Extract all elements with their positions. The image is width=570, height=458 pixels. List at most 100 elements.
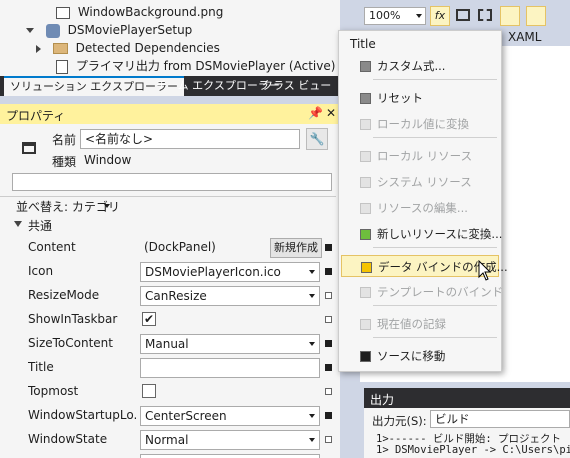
snapline-icon[interactable] xyxy=(500,6,520,26)
property-marker[interactable] xyxy=(325,364,332,371)
solution-explorer-tree: WindowBackground.png DSMoviePlayerSetup … xyxy=(0,0,340,76)
property-marker[interactable] xyxy=(325,292,332,299)
property-marker[interactable] xyxy=(325,388,332,395)
toggle-artboard-icon[interactable] xyxy=(526,6,546,26)
window-type-icon xyxy=(22,142,36,154)
windowstate-combo[interactable]: Normal xyxy=(140,430,320,450)
title-input[interactable] xyxy=(140,358,320,378)
menu-item-label: カスタム式... xyxy=(377,59,446,73)
topmost-checkbox[interactable] xyxy=(142,384,156,398)
property-row-topmost: Topmost xyxy=(0,380,336,404)
menu-item[interactable]: データ バインドの作成... xyxy=(341,255,508,277)
tab-xaml[interactable]: XAML xyxy=(498,30,570,46)
menu-item[interactable]: カスタム式... xyxy=(341,55,499,77)
property-search-input[interactable] xyxy=(12,173,332,191)
content-value: (DockPanel) xyxy=(144,240,216,254)
menu-item-swatch-icon xyxy=(360,203,371,214)
close-icon[interactable]: ✕ xyxy=(326,106,336,120)
windowstartuplocation-combo[interactable]: CenterScreen xyxy=(140,406,320,426)
properties-title: プロパティ xyxy=(6,109,66,123)
panel-gap xyxy=(0,96,340,104)
output-file-icon xyxy=(56,59,68,74)
menu-item-label: リセット xyxy=(377,91,423,105)
tree-item-window-background[interactable]: WindowBackground.png xyxy=(56,3,223,21)
showintaskbar-checkbox[interactable]: ✔ xyxy=(142,312,156,326)
output-source-combo[interactable]: ビルド xyxy=(430,410,570,428)
menu-item: リソースの編集... xyxy=(341,197,499,219)
menu-item-swatch-icon xyxy=(360,151,371,162)
menu-item-swatch-icon xyxy=(360,351,371,362)
collapse-arrow-icon[interactable] xyxy=(36,44,41,53)
menu-item-label: 現在値の記録 xyxy=(377,317,446,331)
tree-item-detected-dependencies[interactable]: Detected Dependencies xyxy=(36,39,220,57)
menu-item-label: ソースに移動 xyxy=(377,349,446,363)
image-file-icon xyxy=(56,6,70,19)
property-marker[interactable] xyxy=(325,412,332,419)
property-marker[interactable] xyxy=(325,436,332,443)
output-title: 出力 xyxy=(370,393,395,407)
output-source-label: 出力元(S): xyxy=(372,414,427,428)
chevron-down-icon[interactable] xyxy=(309,438,315,442)
property-marker[interactable] xyxy=(325,340,332,347)
menu-separator xyxy=(373,305,497,306)
tree-item-setup-project[interactable]: DSMoviePlayerSetup xyxy=(26,21,192,39)
new-content-button[interactable]: 新規作成 xyxy=(270,238,322,258)
menu-item-swatch-icon xyxy=(360,119,371,130)
zoom-combo[interactable]: 100% xyxy=(364,7,426,25)
menu-item-label: システム リソース xyxy=(377,175,472,189)
divider xyxy=(0,196,336,197)
menu-title: Title xyxy=(350,37,376,51)
menu-item[interactable]: 新しいリソースに変換... xyxy=(341,223,502,245)
resizemode-combo[interactable]: CanResize xyxy=(140,286,320,306)
menu-item: システム リソース xyxy=(341,171,499,193)
menu-item-label: ローカル リソース xyxy=(377,149,473,163)
type-value: Window xyxy=(84,153,132,167)
sort-chevron-down-icon[interactable] xyxy=(104,204,110,208)
name-label: 名前 xyxy=(52,133,77,147)
name-input[interactable]: <名前なし> xyxy=(80,129,300,149)
output-line: 1> DSMoviePlayer -> C:\Users\pi xyxy=(376,444,570,456)
snap-grid-icon[interactable] xyxy=(478,9,492,21)
pin-icon[interactable]: 📌 xyxy=(308,106,323,120)
property-row-windowstartuplocation: WindowStartupLo... CenterScreen xyxy=(0,404,336,428)
icon-combo[interactable]: DSMoviePlayerIcon.ico xyxy=(140,262,320,282)
events-wrench-icon[interactable]: 🔧 xyxy=(306,128,328,150)
mouse-cursor-icon xyxy=(478,260,492,281)
menu-item[interactable]: リセット xyxy=(341,87,499,109)
chevron-down-icon[interactable] xyxy=(309,294,315,298)
folder-icon xyxy=(52,43,68,54)
property-row-sizetocontent: SizeToContent Manual xyxy=(0,332,336,356)
expand-arrow-icon[interactable] xyxy=(26,28,34,33)
menu-item-swatch-icon xyxy=(360,319,371,330)
property-marker[interactable] xyxy=(325,244,332,251)
menu-item: 現在値の記録 xyxy=(341,313,499,335)
property-marker[interactable] xyxy=(325,316,332,323)
menu-separator xyxy=(373,79,497,80)
chevron-down-icon[interactable] xyxy=(309,270,315,274)
chevron-down-icon[interactable] xyxy=(416,14,422,18)
fx-button[interactable]: fx xyxy=(430,6,450,26)
partial-row xyxy=(140,454,320,458)
chevron-down-icon[interactable] xyxy=(309,342,315,346)
sizetocontent-combo[interactable]: Manual xyxy=(140,334,320,354)
menu-item[interactable]: ソースに移動 xyxy=(341,345,499,367)
menu-separator xyxy=(373,247,497,248)
property-row-windowstate: WindowState Normal xyxy=(0,428,336,452)
group-collapse-icon[interactable] xyxy=(14,221,22,227)
properties-panel: 名前 <名前なし> 🔧 種類 Window 並べ替え: カテゴリ 共通 Cont… xyxy=(0,124,340,458)
tab-class-view[interactable]: クラス ビュー xyxy=(256,76,337,96)
menu-item-label: テンプレートのバインド xyxy=(377,285,504,299)
grid-icon[interactable] xyxy=(456,9,470,21)
menu-item-swatch-icon xyxy=(360,177,371,188)
tree-item-primary-output[interactable]: プライマリ出力 from DSMoviePlayer (Active) xyxy=(56,57,335,75)
properties-header: プロパティ 📌 ✕ xyxy=(0,104,340,124)
property-row-content: Content (DockPanel) 新規作成 xyxy=(0,236,336,260)
group-common-label: 共通 xyxy=(28,219,53,233)
menu-item: ローカル値に変換 xyxy=(341,113,499,135)
property-options-menu: Title カスタム式... リセットローカル値に変換ローカル リソース システム … xyxy=(338,30,508,372)
property-row-resizemode: ResizeMode CanResize xyxy=(0,284,336,308)
chevron-down-icon[interactable] xyxy=(309,414,315,418)
type-label: 種類 xyxy=(52,155,77,169)
property-marker[interactable] xyxy=(325,268,332,275)
menu-item-swatch-icon xyxy=(361,262,372,273)
